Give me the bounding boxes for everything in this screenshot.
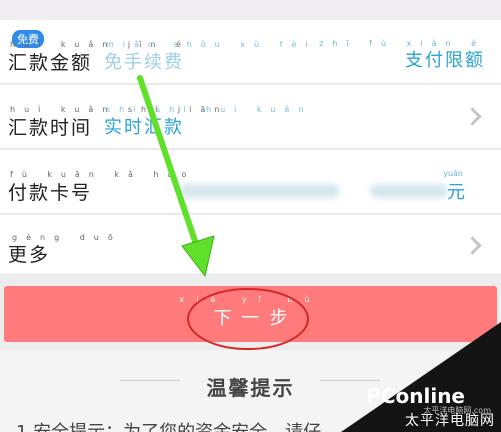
chevron-right-icon (463, 107, 482, 126)
blurred-card-number (180, 184, 340, 198)
top-strip (0, 0, 501, 20)
more-row[interactable]: gèng duō 更多 (0, 215, 501, 275)
amount-row: 免费 huì kuǎn jīn é 汇款金额 miǎn shǒu xù fèi … (0, 20, 501, 84)
remit-time-row[interactable]: huì kuǎn shí jiān 汇款时间 shí shí huì kuǎn … (0, 85, 501, 149)
chevron-right-icon (463, 236, 482, 255)
time-label: 汇款时间 (8, 117, 93, 139)
card-label: 付款卡号 (8, 182, 93, 204)
card-number-row[interactable]: fù kuǎn kǎ hào 付款卡号 yuán 元 (0, 150, 501, 214)
amount-label: 汇款金额 (8, 52, 93, 74)
pconline-chinese-name: 太平洋电脑网 (405, 413, 495, 429)
tips-divider-right (320, 380, 380, 381)
next-button-label: 下一步 (213, 308, 298, 329)
currency-unit: 元 (447, 182, 465, 203)
amount-value: 免手续费 (104, 52, 184, 73)
more-label: 更多 (8, 244, 51, 266)
unit-pinyin: yuán (443, 169, 463, 178)
tips-text: 1.安全提示：为了您的资金安全，请仔 (16, 418, 321, 432)
blurred-balance (370, 184, 448, 198)
next-step-button[interactable]: xià yī bù 下一步 (4, 286, 497, 342)
time-value: 实时汇款 (104, 117, 184, 138)
next-button-pinyin: xià yī bù (179, 295, 322, 304)
payment-limit-link[interactable]: 支付限额 (405, 46, 485, 72)
